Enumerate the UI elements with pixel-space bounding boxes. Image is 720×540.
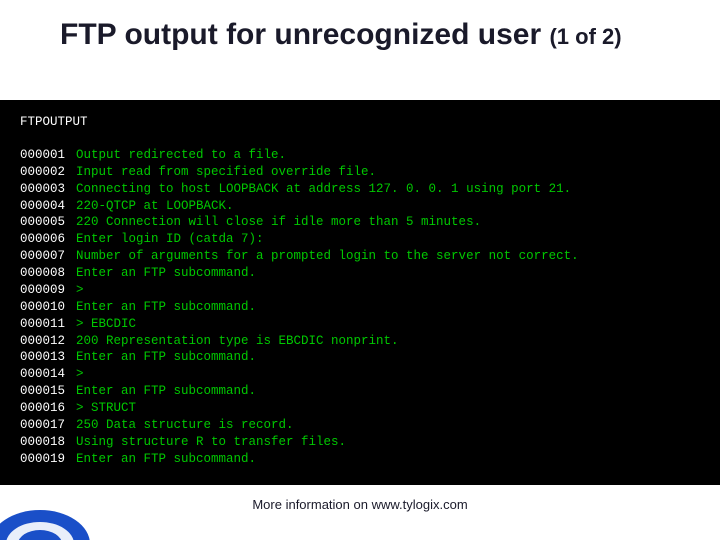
- line-number: 000001: [20, 147, 76, 164]
- terminal-row: 000008Enter an FTP subcommand.: [20, 265, 700, 282]
- line-number: 000008: [20, 265, 76, 282]
- line-message: Enter an FTP subcommand.: [76, 266, 256, 280]
- line-number: 000013: [20, 349, 76, 366]
- terminal-row: 000009>: [20, 282, 700, 299]
- line-message: Number of arguments for a prompted login…: [76, 249, 579, 263]
- line-number: 000011: [20, 316, 76, 333]
- terminal-row: 000011> EBCDIC: [20, 316, 700, 333]
- line-message: Input read from specified override file.: [76, 165, 376, 179]
- line-number: 000007: [20, 248, 76, 265]
- line-number: 000015: [20, 383, 76, 400]
- terminal-row: 000012200 Representation type is EBCDIC …: [20, 333, 700, 350]
- line-message: 250 Data structure is record.: [76, 418, 294, 432]
- line-number: 000003: [20, 181, 76, 198]
- terminal-output: FTPOUTPUT 000001Output redirected to a f…: [0, 100, 720, 485]
- terminal-row: 000002Input read from specified override…: [20, 164, 700, 181]
- line-message: 200 Representation type is EBCDIC nonpri…: [76, 334, 399, 348]
- terminal-row: 000004220-QTCP at LOOPBACK.: [20, 198, 700, 215]
- terminal-row: 000016> STRUCT: [20, 400, 700, 417]
- title-pager: (1 of 2): [549, 24, 621, 49]
- line-number: 000017: [20, 417, 76, 434]
- terminal-row: 000019Enter an FTP subcommand.: [20, 451, 700, 468]
- line-message: Using structure R to transfer files.: [76, 435, 346, 449]
- line-message: 220-QTCP at LOOPBACK.: [76, 199, 234, 213]
- terminal-row: 000013Enter an FTP subcommand.: [20, 349, 700, 366]
- terminal-lines: 000001Output redirected to a file.000002…: [20, 147, 700, 468]
- line-number: 000019: [20, 451, 76, 468]
- line-number: 000014: [20, 366, 76, 383]
- line-message: Enter an FTP subcommand.: [76, 350, 256, 364]
- line-message: Enter an FTP subcommand.: [76, 452, 256, 466]
- terminal-row: 000003Connecting to host LOOPBACK at add…: [20, 181, 700, 198]
- slide-title: FTP output for unrecognized user (1 of 2…: [60, 18, 690, 53]
- footer: More information on www.tylogix.com: [0, 497, 720, 512]
- terminal-row: 000010Enter an FTP subcommand.: [20, 299, 700, 316]
- title-main: FTP output for unrecognized user: [60, 18, 549, 51]
- terminal-row: 000006Enter login ID (catda 7):: [20, 231, 700, 248]
- terminal-row: 000015Enter an FTP subcommand.: [20, 383, 700, 400]
- line-message: >: [76, 367, 84, 381]
- line-number: 000006: [20, 231, 76, 248]
- line-message: Enter an FTP subcommand.: [76, 384, 256, 398]
- line-message: 220 Connection will close if idle more t…: [76, 215, 481, 229]
- line-message: Connecting to host LOOPBACK at address 1…: [76, 182, 571, 196]
- line-number: 000005: [20, 214, 76, 231]
- terminal-row: 000005220 Connection will close if idle …: [20, 214, 700, 231]
- line-number: 000018: [20, 434, 76, 451]
- line-number: 000002: [20, 164, 76, 181]
- terminal-row: 000018Using structure R to transfer file…: [20, 434, 700, 451]
- terminal-row: 000014>: [20, 366, 700, 383]
- terminal-header: FTPOUTPUT: [20, 114, 700, 131]
- footer-link-text[interactable]: More information on www.tylogix.com: [252, 497, 467, 512]
- line-message: Output redirected to a file.: [76, 148, 286, 162]
- terminal-row: 000007Number of arguments for a prompted…: [20, 248, 700, 265]
- line-number: 000004: [20, 198, 76, 215]
- line-message: Enter login ID (catda 7):: [76, 232, 264, 246]
- line-message: > STRUCT: [76, 401, 136, 415]
- line-number: 000009: [20, 282, 76, 299]
- line-message: > EBCDIC: [76, 317, 136, 331]
- line-number: 000016: [20, 400, 76, 417]
- line-message: >: [76, 283, 84, 297]
- terminal-row: 000001Output redirected to a file.: [20, 147, 700, 164]
- line-number: 000012: [20, 333, 76, 350]
- brand-logo: [0, 504, 90, 540]
- line-number: 000010: [20, 299, 76, 316]
- line-message: Enter an FTP subcommand.: [76, 300, 256, 314]
- terminal-row: 000017250 Data structure is record.: [20, 417, 700, 434]
